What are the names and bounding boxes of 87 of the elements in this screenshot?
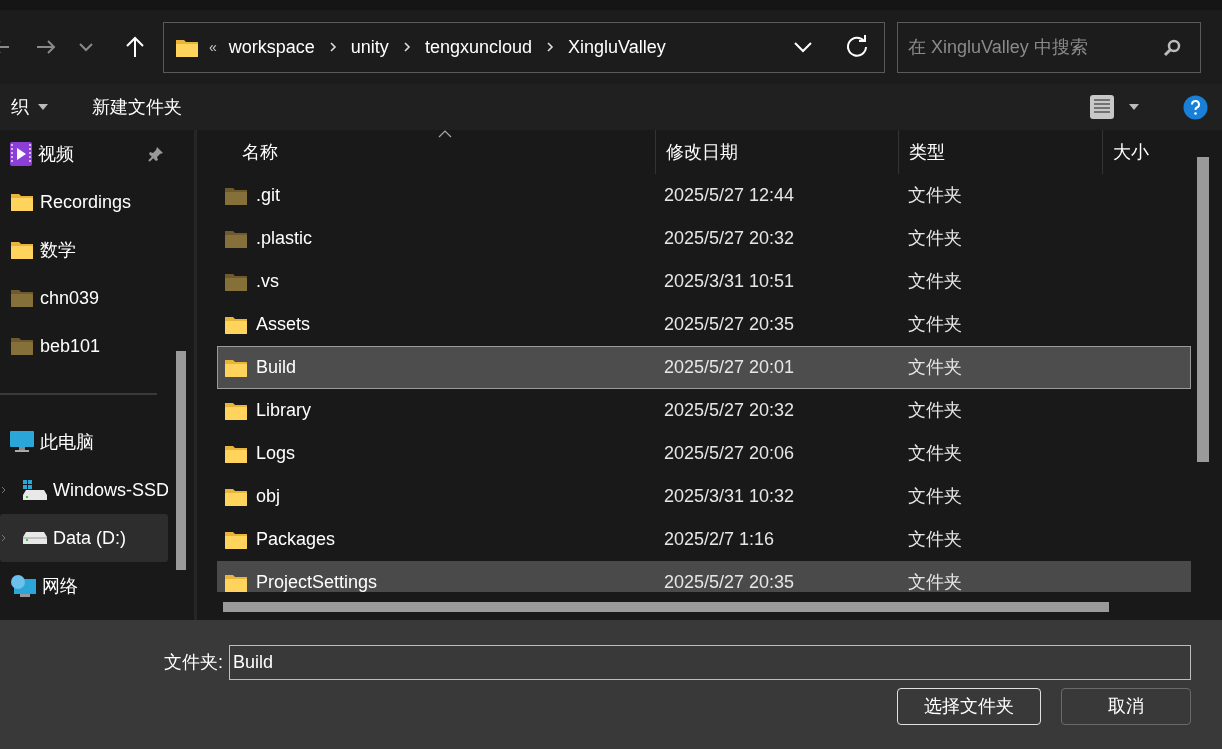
type-text: 文件夹 (908, 314, 962, 334)
caret-icon[interactable] (1129, 104, 1139, 110)
refresh-icon[interactable] (845, 35, 869, 59)
breadcrumb-item[interactable]: XingluValley (567, 33, 666, 61)
type-text: 文件夹 (908, 572, 962, 592)
scrollbar-thumb[interactable] (1197, 157, 1209, 462)
file-name: .git (256, 184, 280, 207)
help-icon[interactable] (1183, 94, 1208, 120)
monitor-icon (10, 431, 34, 453)
file-row[interactable]: Assets 2025/5/27 20:35 文件夹 (217, 303, 1191, 346)
chevron-right-icon (402, 41, 411, 53)
sidebar-item[interactable]: 网络 (0, 562, 168, 610)
column-header[interactable]: 类型 (898, 130, 1102, 174)
date-text: 2025/5/27 20:01 (664, 357, 795, 377)
new-folder-button[interactable]: 新建文件夹 (92, 93, 182, 121)
type-text: 文件夹 (908, 400, 962, 420)
file-row[interactable]: .git 2025/5/27 12:44 文件夹 (217, 174, 1191, 217)
date-text: 2025/2/7 1:16 (664, 529, 775, 549)
file-row[interactable]: .vs 2025/3/31 10:51 文件夹 (217, 260, 1191, 303)
chevron-right-icon (328, 41, 337, 53)
date-text: 2025/3/31 10:51 (664, 271, 795, 291)
folder-name-field[interactable]: Build (229, 645, 1191, 680)
select-folder-button[interactable]: 选择文件夹 (897, 688, 1041, 725)
file-name: .plastic (256, 227, 313, 250)
file-row[interactable]: Library 2025/5/27 20:32 文件夹 (217, 389, 1191, 432)
type-text: 文件夹 (908, 443, 962, 463)
date-text: 2025/5/27 20:32 (664, 400, 795, 420)
date-text: 2025/5/27 12:44 (664, 185, 795, 205)
expand-chevron-icon (1, 486, 7, 494)
file-name: Library (256, 399, 312, 422)
address-bar[interactable]: « workspace unity tengxuncloud XingluValley (163, 21, 885, 73)
sidebar-item[interactable]: Data (D:) (0, 514, 168, 562)
view-list-icon[interactable] (1089, 95, 1115, 119)
scrollbar-thumb[interactable] (223, 602, 1109, 612)
file-row[interactable]: .plastic 2025/5/27 20:32 文件夹 (217, 217, 1191, 260)
network-icon (10, 574, 36, 598)
file-row[interactable]: ProjectSettings 2025/5/27 20:35 文件夹 (217, 561, 1191, 592)
folder-icon (175, 37, 199, 58)
column-header[interactable]: 名称 (197, 130, 655, 174)
up-arrow-icon[interactable] (124, 35, 146, 59)
chevron-right-icon (545, 41, 554, 53)
date-text: 2025/5/27 20:06 (664, 443, 795, 463)
type-text: 文件夹 (908, 486, 962, 506)
type-text: 文件夹 (908, 271, 962, 291)
overflow-chevron[interactable]: « (209, 36, 217, 58)
sidebar-item[interactable]: 此电脑 (0, 418, 168, 466)
column-header[interactable]: 修改日期 (655, 130, 898, 174)
breadcrumb-item[interactable]: tengxuncloud (424, 33, 532, 61)
type-text: 文件夹 (908, 529, 962, 549)
file-name: .vs (256, 270, 279, 293)
sidebar-item[interactable]: Recordings (0, 178, 168, 226)
drive-icon (23, 480, 47, 500)
file-row[interactable]: Packages 2025/2/7 1:16 文件夹 (217, 518, 1191, 561)
file-name: Build (256, 356, 297, 379)
file-name: obj (256, 485, 281, 508)
file-name: ProjectSettings (256, 571, 378, 592)
file-name: Logs (256, 442, 296, 465)
date-text: 2025/5/27 20:35 (664, 314, 795, 334)
expand-chevron-icon (1, 534, 7, 542)
search-field[interactable]: 在 XingluValley 中搜索 (897, 21, 1201, 73)
sidebar-item[interactable]: beb101 (0, 322, 168, 370)
file-row[interactable]: Logs 2025/5/27 20:06 文件夹 (217, 432, 1191, 475)
type-text: 文件夹 (908, 228, 962, 248)
sidebar-item[interactable]: 视频 (0, 130, 168, 178)
field-label: 文件夹: (164, 651, 223, 674)
file-row[interactable]: Build 2025/5/27 20:01 文件夹 (217, 346, 1191, 389)
breadcrumb-item[interactable]: workspace (228, 33, 315, 61)
caret-icon (38, 104, 48, 110)
file-row[interactable]: obj 2025/3/31 10:32 文件夹 (217, 475, 1191, 518)
drive-icon (23, 532, 47, 544)
video-icon (10, 142, 32, 166)
date-text: 2025/5/27 20:35 (664, 572, 795, 592)
sidebar-item[interactable]: 数学 (0, 226, 168, 274)
organize-menu[interactable]: 织 (11, 93, 48, 121)
cancel-button[interactable]: 取消 (1061, 688, 1191, 725)
breadcrumb-item[interactable]: unity (350, 33, 389, 61)
type-text: 文件夹 (908, 357, 962, 377)
file-name: Assets (256, 313, 311, 336)
search-icon[interactable] (1163, 38, 1181, 57)
date-text: 2025/5/27 20:32 (664, 228, 795, 248)
sidebar-item[interactable]: chn039 (0, 274, 168, 322)
scrollbar-thumb[interactable] (176, 351, 186, 570)
type-text: 文件夹 (908, 185, 962, 205)
date-text: 2025/3/31 10:32 (664, 486, 795, 506)
sort-caret-icon (438, 130, 452, 138)
sidebar-item[interactable]: Windows-SSD (0, 466, 168, 514)
file-name: Packages (256, 528, 336, 551)
